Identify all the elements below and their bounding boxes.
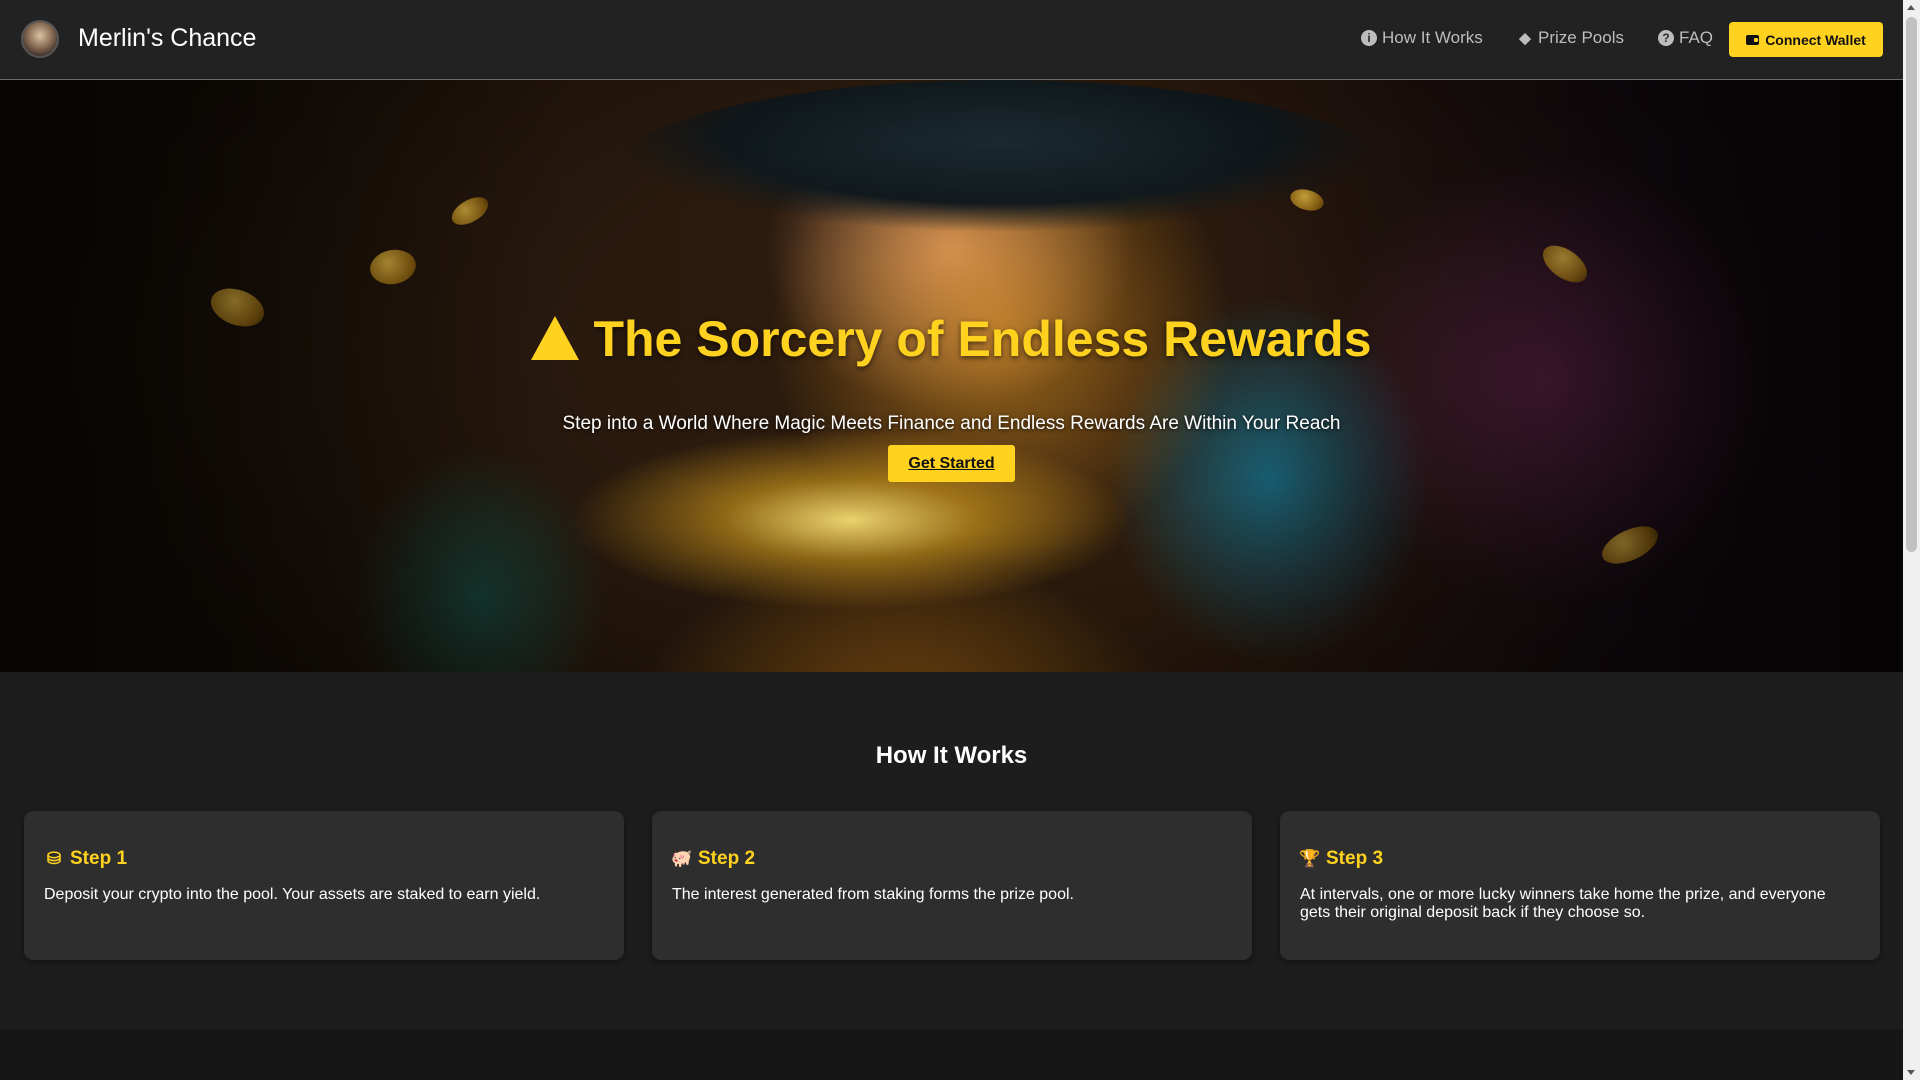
nav-faq[interactable]: ? FAQ [1658,28,1713,48]
question-circle-icon: ? [1658,30,1674,46]
gem-icon: ◆ [1519,30,1531,47]
hero-banner: The Sorcery of Endless Rewards Step into… [0,80,1903,672]
info-circle-icon: i [1361,30,1377,46]
hero-title-text: The Sorcery of Endless Rewards [593,311,1372,367]
get-started-button[interactable]: Get Started [888,445,1015,482]
connect-wallet-label: Connect Wallet [1765,31,1866,48]
top-navbar: Merlin's Chance i How It Works ◆ Prize P… [0,0,1903,80]
nav-prize-pools-label: Prize Pools [1538,28,1624,47]
hero-title: The Sorcery of Endless Rewards [0,310,1903,368]
nav-how-it-works[interactable]: i How It Works [1361,28,1483,48]
nav-how-it-works-label: How It Works [1382,28,1483,47]
scroll-up-arrow-icon[interactable] [1907,5,1915,10]
next-section-band [0,1029,1903,1080]
page-scrollbar[interactable] [1903,0,1920,1080]
step-heading: ⛁ Step 1 [44,848,604,870]
step-heading: 🐖 Step 2 [671,848,1232,870]
step-description: Deposit your crypto into the pool. Your … [44,886,541,903]
step-card: ⛁ Step 1 Deposit your crypto into the po… [24,811,624,960]
step-card: 🏆 Step 3 At intervals, one or more lucky… [1280,811,1880,960]
trophy-icon: 🏆 [1299,849,1321,868]
brand-name[interactable]: Merlin's Chance [78,24,256,53]
nav-faq-label: FAQ [1679,28,1714,47]
hero-subtitle: Step into a World Where Magic Meets Fina… [562,413,1341,434]
piggy-bank-icon: 🐖 [671,849,693,868]
wizard-avatar-icon[interactable] [21,20,59,58]
step-title: Step 1 [70,848,128,869]
scroll-down-arrow-icon[interactable] [1907,1070,1915,1075]
nav-prize-pools[interactable]: ◆ Prize Pools [1517,28,1624,48]
hero-vignette [0,80,1903,672]
how-it-works-title: How It Works [875,742,1028,769]
wizard-hat-icon [531,316,580,360]
wallet-icon [1746,34,1760,45]
step-title: Step 3 [1326,848,1384,869]
step-heading: 🏆 Step 3 [1299,848,1860,870]
step-description: At intervals, one or more lucky winners … [1300,886,1826,921]
connect-wallet-button[interactable]: Connect Wallet [1729,22,1883,57]
step-title: Step 2 [698,848,756,869]
scrollbar-thumb[interactable] [1906,17,1917,552]
step-card: 🐖 Step 2 The interest generated from sta… [652,811,1252,960]
step-description: The interest generated from staking form… [672,886,1074,903]
coins-icon: ⛁ [46,849,62,868]
